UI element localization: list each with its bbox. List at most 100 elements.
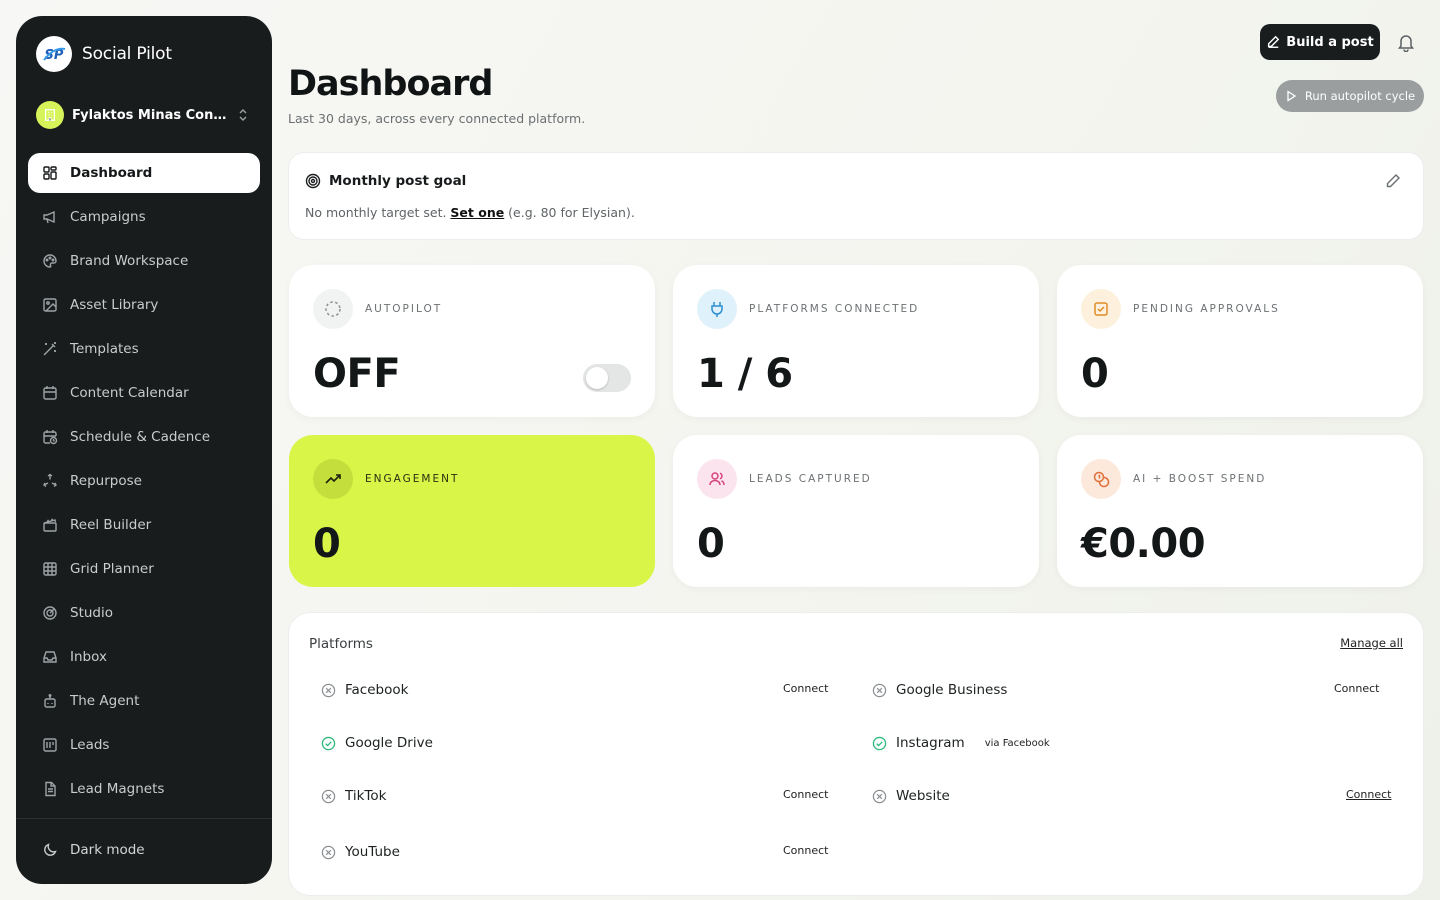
sidebar-item-the-agent[interactable]: The Agent [28, 681, 260, 721]
sidebar-item-label: Templates [70, 341, 139, 357]
chevron-up-down-icon [238, 106, 252, 124]
workspace-avatar [36, 101, 64, 129]
goal-text-after: (e.g. 80 for Elysian). [504, 205, 635, 220]
magic-wand-icon [42, 341, 58, 357]
connect-website-button[interactable]: Connect [1346, 788, 1391, 801]
sidebar-item-studio[interactable]: Studio [28, 593, 260, 633]
goal-text: No monthly target set. Set one (e.g. 80 … [305, 205, 635, 220]
sidebar-item-grid-planner[interactable]: Grid Planner [28, 549, 260, 589]
goal-title-text: Monthly post goal [329, 173, 467, 189]
platform-name: Google Business [896, 682, 1008, 698]
platforms-card: Platforms Manage all Facebook Connect Go… [288, 612, 1424, 896]
sidebar-item-label: Content Calendar [70, 385, 189, 401]
autopilot-toggle[interactable] [583, 364, 631, 392]
check-circle-icon [321, 735, 337, 751]
stat-label: ENGAGEMENT [365, 473, 460, 485]
sidebar-item-label: Inbox [70, 649, 107, 665]
goal-text-before: No monthly target set. [305, 205, 451, 220]
connect-google-business-button[interactable]: Connect [1334, 682, 1379, 695]
brand-name: Social Pilot [82, 44, 172, 64]
sidebar-item-templates[interactable]: Templates [28, 329, 260, 369]
stat-card-autopilot: AUTOPILOT OFF [289, 265, 655, 417]
sidebar-item-content-calendar[interactable]: Content Calendar [28, 373, 260, 413]
build-post-button[interactable]: Build a post [1260, 24, 1380, 60]
x-circle-icon [872, 682, 888, 698]
x-circle-icon [321, 844, 337, 860]
bell-icon[interactable] [1396, 32, 1416, 53]
sidebar-item-label: Repurpose [70, 473, 142, 489]
connect-youtube-button[interactable]: Connect [783, 844, 828, 857]
loader-circle-icon [313, 289, 353, 329]
run-autopilot-button[interactable]: Run autopilot cycle [1276, 80, 1424, 112]
run-autopilot-label: Run autopilot cycle [1304, 89, 1416, 103]
sidebar-item-schedule-cadence[interactable]: Schedule & Cadence [28, 417, 260, 457]
platform-row-youtube: YouTube [321, 841, 400, 863]
platform-name: Instagram [896, 735, 965, 751]
stat-label: PENDING APPROVALS [1133, 303, 1280, 315]
sidebar-item-label: Grid Planner [70, 561, 154, 577]
platform-name: Website [896, 788, 950, 804]
brand[interactable]: SP Social Pilot [36, 36, 172, 72]
platform-row-tiktok: TikTok [321, 785, 386, 807]
stat-card-leads-captured: LEADS CAPTURED 0 [673, 435, 1039, 587]
sidebar-divider [16, 818, 272, 819]
sidebar-item-repurpose[interactable]: Repurpose [28, 461, 260, 501]
sidebar-item-dashboard[interactable]: Dashboard [28, 153, 260, 193]
toggle-knob [586, 367, 608, 389]
bot-icon [42, 693, 58, 709]
sidebar-item-lead-magnets[interactable]: Lead Magnets [28, 769, 260, 809]
radar-icon [42, 605, 58, 621]
stat-card-ai-boost-spend: AI + BOOST SPEND €0.00 [1057, 435, 1423, 587]
trending-up-icon [313, 459, 353, 499]
workspace-name: Fylaktos Minas Constru... [72, 107, 232, 123]
stat-label: AUTOPILOT [365, 303, 443, 315]
sidebar-item-label: Leads [70, 737, 110, 753]
workspace-switcher[interactable]: Fylaktos Minas Constru... [36, 100, 256, 130]
manage-all-link[interactable]: Manage all [1340, 636, 1403, 650]
building-icon [45, 109, 55, 121]
contact-card-icon [42, 737, 58, 753]
platform-name: Facebook [345, 682, 409, 698]
dark-mode-toggle[interactable]: Dark mode [42, 842, 145, 858]
sidebar-item-label: Reel Builder [70, 517, 152, 533]
platform-name: TikTok [345, 788, 387, 804]
users-icon [697, 459, 737, 499]
brand-logo: SP [36, 36, 72, 72]
sidebar-item-asset-library[interactable]: Asset Library [28, 285, 260, 325]
sidebar-item-leads[interactable]: Leads [28, 725, 260, 765]
x-circle-icon [321, 788, 337, 804]
check-square-icon [1081, 289, 1121, 329]
platform-row-instagram: Instagram via Facebook [872, 732, 1050, 754]
page-title: Dashboard [288, 64, 493, 104]
platform-row-website: Website [872, 785, 950, 807]
sidebar-item-label: Lead Magnets [70, 781, 165, 797]
moon-icon [42, 842, 58, 858]
palette-icon [42, 253, 58, 269]
grid-3x3-icon [42, 561, 58, 577]
x-circle-icon [872, 788, 888, 804]
sidebar-item-inbox[interactable]: Inbox [28, 637, 260, 677]
grid-icon [42, 165, 58, 181]
connect-tiktok-button[interactable]: Connect [783, 788, 828, 801]
build-post-label: Build a post [1286, 34, 1374, 50]
recycle-icon [42, 473, 58, 489]
target-icon [305, 173, 321, 189]
sidebar-item-campaigns[interactable]: Campaigns [28, 197, 260, 237]
stat-label: PLATFORMS CONNECTED [749, 303, 920, 315]
calendar-clock-icon [42, 429, 58, 445]
dark-mode-label: Dark mode [70, 842, 145, 858]
connect-facebook-button[interactable]: Connect [783, 682, 828, 695]
set-goal-link[interactable]: Set one [450, 205, 504, 220]
calendar-icon [42, 385, 58, 401]
stat-value: OFF [313, 351, 401, 397]
platform-name: Google Drive [345, 735, 433, 751]
edit-goal-icon[interactable] [1385, 173, 1403, 191]
sidebar-item-reel-builder[interactable]: Reel Builder [28, 505, 260, 545]
stat-value: €0.00 [1081, 521, 1206, 567]
sidebar-item-label: Brand Workspace [70, 253, 189, 269]
x-circle-icon [321, 682, 337, 698]
sidebar-item-label: Studio [70, 605, 113, 621]
platform-row-google-business: Google Business [872, 679, 1007, 701]
stat-card-pending-approvals: PENDING APPROVALS 0 [1057, 265, 1423, 417]
sidebar-item-brand-workspace[interactable]: Brand Workspace [28, 241, 260, 281]
